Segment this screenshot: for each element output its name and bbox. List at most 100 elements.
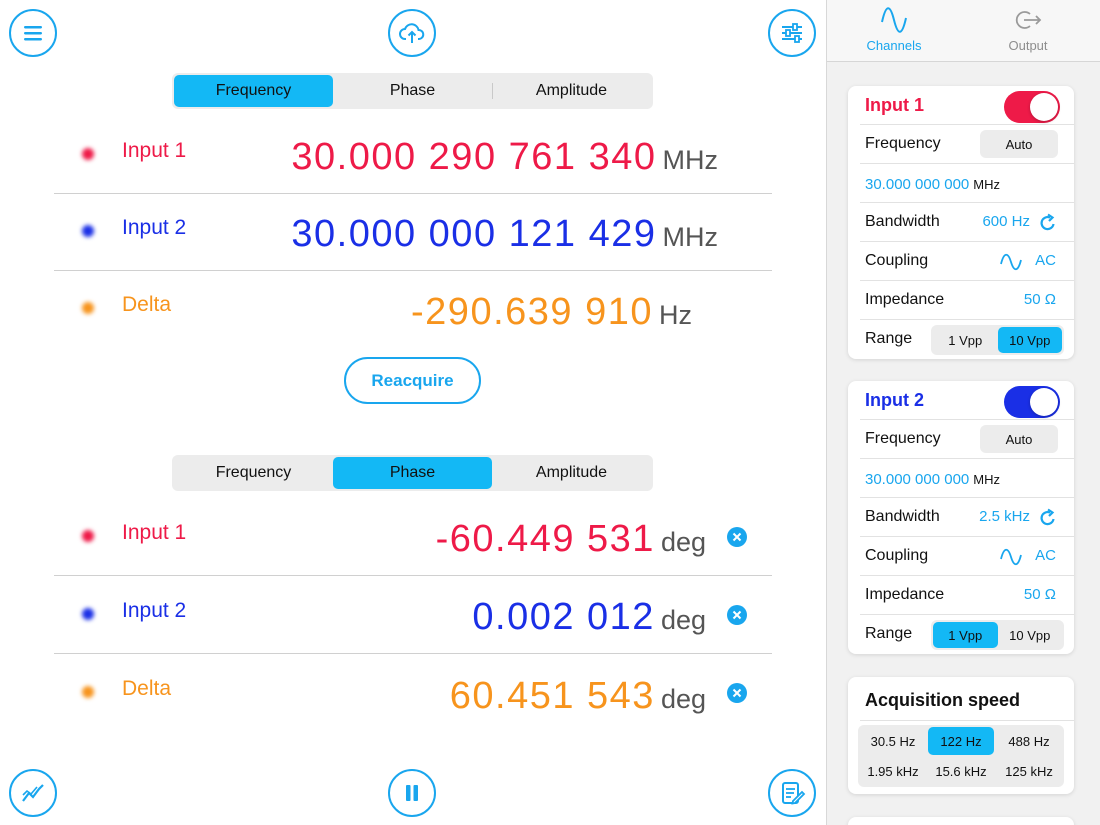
input2-toggle[interactable] (1004, 386, 1060, 418)
row-label: Input 1 (122, 521, 187, 544)
sidebar-tabs: Channels Output (827, 0, 1100, 62)
close-icon (732, 688, 742, 698)
tab-amplitude[interactable]: Amplitude (492, 75, 651, 107)
impedance-row: Impedance 50 Ω (860, 281, 1074, 320)
speed-option[interactable]: 15.6 kHz (928, 757, 994, 785)
impedance-value[interactable]: 50 Ω (1024, 291, 1056, 308)
frequency-value[interactable]: 30.000 000 000 MHz (865, 471, 1000, 488)
speed-option[interactable]: 30.5 Hz (860, 727, 926, 755)
coupling-label: Coupling (865, 547, 929, 564)
tab-amplitude[interactable]: Amplitude (492, 457, 651, 489)
range-row: Range 1 Vpp 10 Vpp (860, 615, 1074, 654)
tab-phase[interactable]: Phase (333, 75, 492, 107)
range-option-1vpp[interactable]: 1 Vpp (933, 327, 998, 353)
input1-card: Input 1 Frequency Auto 30.000 000 000 MHz… (848, 86, 1074, 359)
impedance-value[interactable]: 50 Ω (1024, 586, 1056, 603)
range-option-10vpp[interactable]: 10 Vpp (998, 622, 1063, 648)
next-card (848, 817, 1074, 825)
phase-row-delta: Delta 60.451 543 deg (54, 655, 772, 732)
tab-frequency[interactable]: Frequency (174, 75, 333, 107)
tab-phase[interactable]: Phase (333, 457, 492, 489)
frequency-unit: MHz (973, 472, 1000, 487)
tab-label: Channels (866, 38, 922, 53)
speed-option[interactable]: 488 Hz (996, 727, 1062, 755)
range-option-10vpp[interactable]: 10 Vpp (997, 327, 1062, 353)
frequency-number: 30.000 000 000 (865, 176, 970, 193)
hamburger-menu-icon (24, 26, 42, 41)
refresh-icon[interactable] (1038, 508, 1058, 528)
value-unit: MHz (662, 145, 719, 175)
speed-option[interactable]: 122 Hz (928, 727, 994, 755)
auto-button[interactable]: Auto (980, 130, 1058, 158)
phase-row-input2: Input 2 0.002 012 deg (54, 577, 772, 654)
coupling-row: Coupling AC (860, 242, 1074, 281)
frequency-value-row[interactable]: 30.000 000 000 MHz (860, 164, 1074, 203)
menu-button[interactable] (9, 9, 57, 57)
bandwidth-value[interactable]: 2.5 kHz (979, 508, 1030, 525)
coupling-value[interactable]: AC (1035, 547, 1056, 564)
value-unit: deg (660, 605, 706, 635)
coupling-value[interactable]: AC (1035, 252, 1056, 269)
sliders-icon (782, 23, 802, 43)
card-title: Acquisition speed (865, 690, 1021, 710)
frequency-value[interactable]: 30.000 000 000 MHz (865, 176, 1000, 193)
ac-wave-icon (1000, 548, 1022, 566)
value-number: -60.449 531 (435, 518, 655, 560)
value-number: 0.002 012 (472, 596, 655, 638)
value-unit: deg (660, 684, 706, 714)
tab-output[interactable]: Output (973, 6, 1083, 53)
chart-button[interactable] (9, 769, 57, 817)
main-panel: Frequency Phase Amplitude Input 1 30.000… (0, 0, 826, 825)
ac-wave-icon (1000, 253, 1022, 271)
toggle-knob (1030, 388, 1058, 416)
coupling-row: Coupling AC (860, 537, 1074, 576)
value-unit: Hz (659, 300, 692, 330)
cloud-upload-icon (399, 23, 425, 43)
divider (860, 720, 1074, 721)
phase-row-input1: Input 1 -60.449 531 deg (54, 499, 772, 576)
auto-button[interactable]: Auto (980, 425, 1058, 453)
value-number: 30.000 000 121 429 (291, 213, 657, 255)
frequency-label: Frequency (865, 430, 941, 447)
input1-toggle[interactable] (1004, 91, 1060, 123)
input1-indicator-dot (82, 530, 94, 542)
settings-button[interactable] (768, 9, 816, 57)
acquisition-speed-selector: 30.5 Hz 122 Hz 488 Hz 1.95 kHz 15.6 kHz … (858, 725, 1064, 787)
measurement-value: 0.002 012 deg (472, 596, 706, 639)
measurement-value: -290.639 910 Hz (411, 291, 692, 334)
upload-button[interactable] (388, 9, 436, 57)
reacquire-button[interactable]: Reacquire (344, 357, 481, 404)
row-label: Delta (122, 677, 172, 700)
frequency-unit: MHz (973, 177, 1000, 192)
clear-button[interactable] (727, 683, 747, 703)
notes-button[interactable] (768, 769, 816, 817)
input2-card: Input 2 Frequency Auto 30.000 000 000 MHz… (848, 381, 1074, 654)
range-row: Range 1 Vpp 10 Vpp (860, 320, 1074, 359)
row-label: Input 2 (122, 599, 187, 622)
frequency-value-row[interactable]: 30.000 000 000 MHz (860, 459, 1074, 498)
clear-button[interactable] (727, 605, 747, 625)
bandwidth-row: Bandwidth 2.5 kHz (860, 498, 1074, 537)
output-arrow-icon (1015, 11, 1042, 29)
measurement-value: 30.000 000 121 429 MHz (291, 213, 718, 256)
input2-header: Input 2 (860, 381, 1074, 420)
tab-frequency[interactable]: Frequency (174, 457, 333, 489)
measurement-value: 30.000 290 761 340 MHz (291, 136, 718, 179)
pause-button[interactable] (388, 769, 436, 817)
bandwidth-value[interactable]: 600 Hz (982, 213, 1030, 230)
clear-button[interactable] (727, 527, 747, 547)
range-option-1vpp[interactable]: 1 Vpp (933, 622, 998, 648)
impedance-label: Impedance (865, 291, 945, 308)
speed-option[interactable]: 125 kHz (996, 757, 1062, 785)
acquisition-speed-card: Acquisition speed 30.5 Hz 122 Hz 488 Hz … (848, 677, 1074, 794)
row-label: Input 1 (122, 139, 187, 162)
refresh-icon[interactable] (1038, 213, 1058, 233)
value-number: -290.639 910 (411, 291, 653, 333)
pause-icon (406, 785, 418, 801)
tab-label: Output (1008, 38, 1048, 53)
measurement-row-delta: Delta -290.639 910 Hz (54, 271, 772, 348)
measurement-row-input1: Input 1 30.000 290 761 340 MHz (54, 117, 772, 194)
speed-option[interactable]: 1.95 kHz (860, 757, 926, 785)
tab-channels[interactable]: Channels (839, 6, 949, 53)
top-mode-selector: Frequency Phase Amplitude (172, 73, 653, 109)
